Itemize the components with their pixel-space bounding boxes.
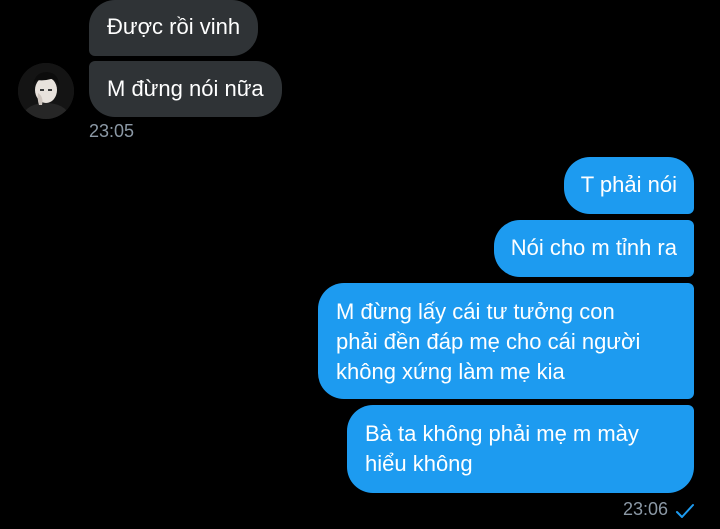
sent-timestamp: 23:06 [622, 499, 668, 519]
contact-avatar[interactable] [18, 63, 74, 119]
read-check-icon [675, 503, 695, 519]
sent-message-bubble[interactable]: Nói cho m tỉnh ra [493, 220, 694, 277]
avatar-photo-icon [18, 63, 74, 119]
received-timestamp: 23:05 [89, 121, 135, 141]
sent-message-bubble[interactable]: M đừng lấy cái tư tưởng con phải đền đáp… [318, 283, 694, 399]
sent-message-bubble[interactable]: T phải nói [563, 157, 694, 214]
sent-message-bubble[interactable]: Bà ta không phải mẹ m mày hiểu không [347, 405, 694, 493]
received-message-bubble[interactable]: Được rồi vinh [89, 0, 259, 56]
received-message-bubble[interactable]: M đừng nói nữa [89, 61, 282, 117]
